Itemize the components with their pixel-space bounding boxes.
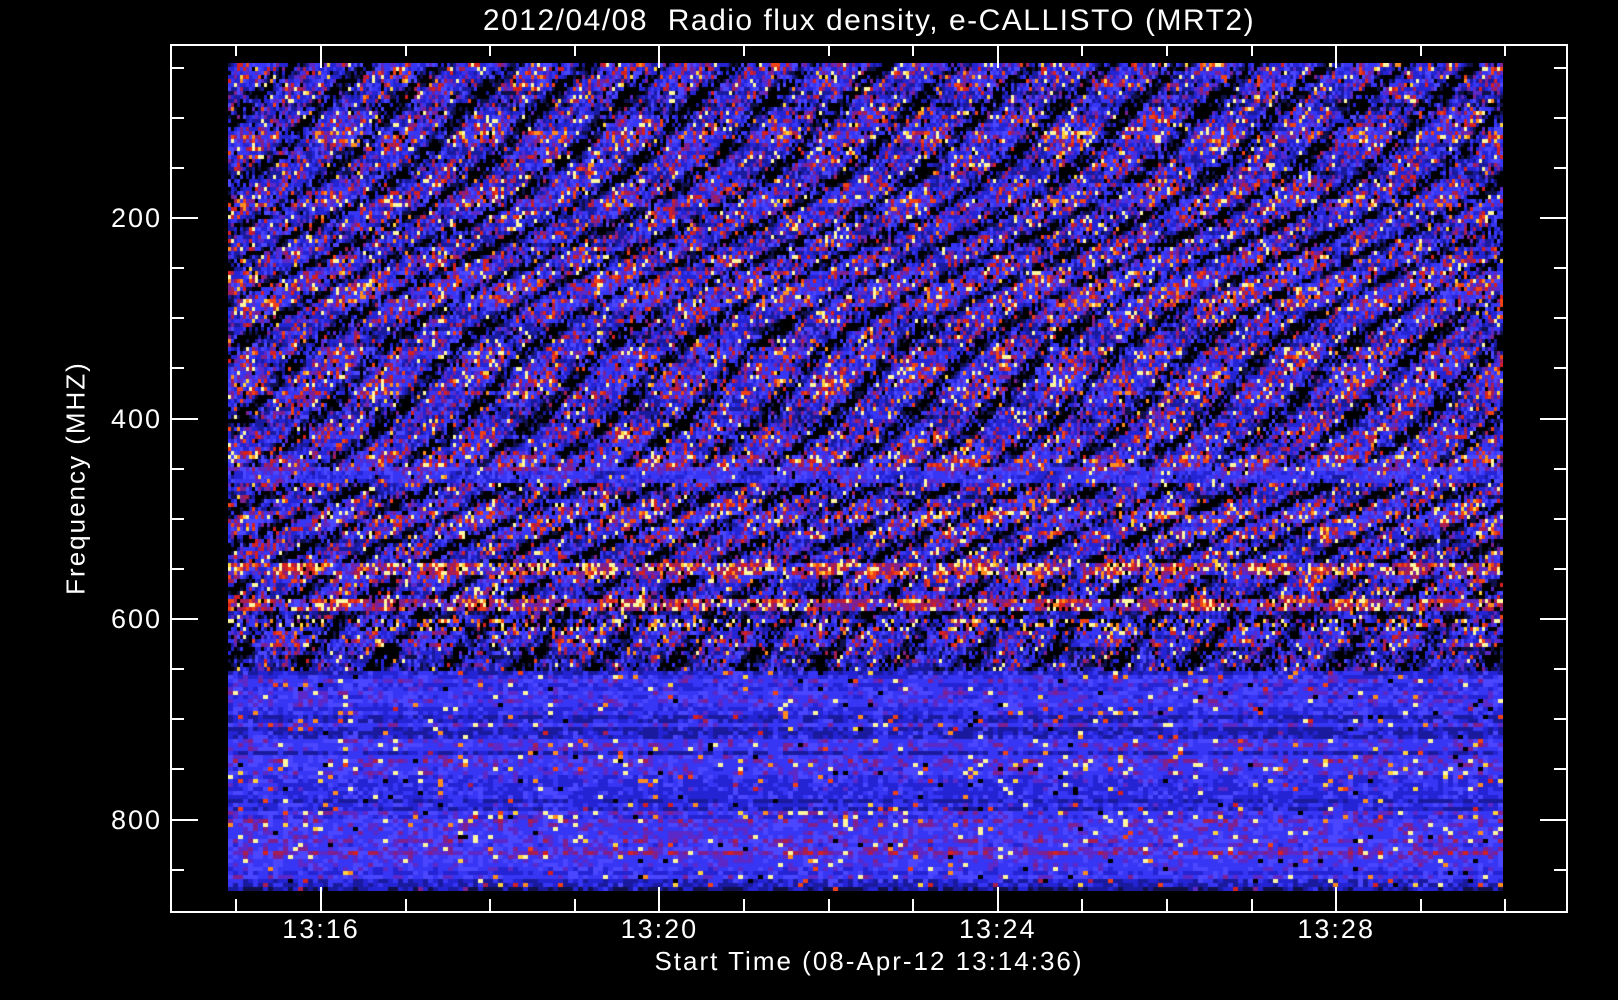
y-axis-major-tick <box>172 618 198 620</box>
x-axis-minor-tick <box>489 899 492 911</box>
x-axis-minor-tick <box>1250 899 1253 911</box>
x-axis-major-tick <box>658 887 661 911</box>
x-axis-minor-tick <box>1166 44 1168 56</box>
y-axis-minor-tick <box>172 166 184 169</box>
plot-frame <box>170 44 1568 913</box>
x-axis-major-tick <box>658 44 661 68</box>
x-axis-major-tick <box>320 887 322 911</box>
x-tick-label: 13:24 <box>959 914 1037 944</box>
y-axis-minor-tick <box>1554 467 1566 470</box>
y-tick-label: 600 <box>110 604 162 634</box>
x-axis-minor-tick <box>404 44 407 56</box>
x-axis-major-tick <box>1335 44 1338 68</box>
x-axis-major-tick <box>996 887 999 911</box>
x-tick-label: 13:20 <box>620 914 699 944</box>
x-axis-major-tick <box>996 44 999 68</box>
x-axis-minor-tick <box>1166 899 1168 911</box>
y-axis-minor-tick <box>1554 367 1566 370</box>
y-axis-minor-tick <box>1554 768 1566 771</box>
y-axis-minor-tick <box>172 367 184 370</box>
y-axis-minor-tick <box>172 868 184 871</box>
x-axis-minor-tick <box>912 44 915 56</box>
spectrogram-figure: 2012/04/08 Radio flux density, e-CALLIST… <box>0 0 1618 1000</box>
y-axis-minor-tick <box>172 567 184 570</box>
y-axis-minor-tick <box>172 317 184 320</box>
x-tick-label: 13:28 <box>1297 914 1375 944</box>
x-axis-minor-tick <box>1504 44 1507 56</box>
x-axis-minor-tick <box>235 899 238 911</box>
y-tick-label: 800 <box>110 804 162 835</box>
y-axis-minor-tick <box>1554 166 1566 169</box>
y-axis-minor-tick <box>172 267 184 270</box>
y-axis-minor-tick <box>1554 668 1566 671</box>
y-axis-minor-tick <box>1554 116 1566 119</box>
x-axis-minor-tick <box>743 44 745 56</box>
x-axis-minor-tick <box>1081 899 1084 911</box>
x-axis-minor-tick <box>1250 44 1253 56</box>
x-axis-minor-tick <box>827 899 830 911</box>
x-axis-minor-tick <box>1419 899 1422 911</box>
x-axis-minor-tick <box>827 44 830 56</box>
x-axis-minor-tick <box>1419 44 1422 56</box>
y-axis-minor-tick <box>172 668 184 671</box>
x-axis-minor-tick <box>573 44 576 56</box>
y-axis-minor-tick <box>1554 517 1566 520</box>
y-axis-minor-tick <box>172 467 184 470</box>
x-axis-major-tick <box>320 44 322 68</box>
y-axis-minor-tick <box>172 768 184 771</box>
y-axis-major-tick <box>1540 217 1566 219</box>
x-axis-minor-tick <box>573 899 576 911</box>
x-axis-minor-tick <box>489 44 492 56</box>
x-axis-minor-tick <box>235 44 238 56</box>
y-axis-major-tick <box>172 417 198 420</box>
y-axis-major-tick <box>172 217 198 219</box>
plot-title: 2012/04/08 Radio flux density, e-CALLIST… <box>482 4 1256 37</box>
x-axis-major-tick <box>1335 887 1338 911</box>
y-axis-minor-tick <box>1554 868 1566 871</box>
y-tick-label: 200 <box>110 203 162 233</box>
y-axis-minor-tick <box>1554 267 1566 270</box>
x-axis-minor-tick <box>404 899 407 911</box>
y-axis-major-tick <box>1540 818 1566 821</box>
y-axis-minor-tick <box>172 66 184 69</box>
y-axis-label: Frequency (MHZ) <box>60 361 91 595</box>
y-axis-minor-tick <box>1554 567 1566 570</box>
y-axis-major-tick <box>172 818 198 821</box>
x-axis-minor-tick <box>1504 899 1507 911</box>
x-axis-minor-tick <box>743 899 745 911</box>
x-axis-minor-tick <box>912 899 915 911</box>
y-axis-major-tick <box>1540 417 1566 420</box>
y-axis-major-tick <box>1540 618 1566 620</box>
y-axis-minor-tick <box>172 517 184 520</box>
x-axis-minor-tick <box>1081 44 1084 56</box>
y-axis-minor-tick <box>172 116 184 119</box>
x-axis-label: Start Time (08-Apr-12 13:14:36) <box>654 946 1084 976</box>
y-axis-minor-tick <box>172 718 184 721</box>
y-axis-minor-tick <box>1554 317 1566 320</box>
x-tick-label: 13:16 <box>282 914 360 944</box>
y-axis-minor-tick <box>1554 718 1566 721</box>
y-axis-minor-tick <box>1554 66 1566 69</box>
